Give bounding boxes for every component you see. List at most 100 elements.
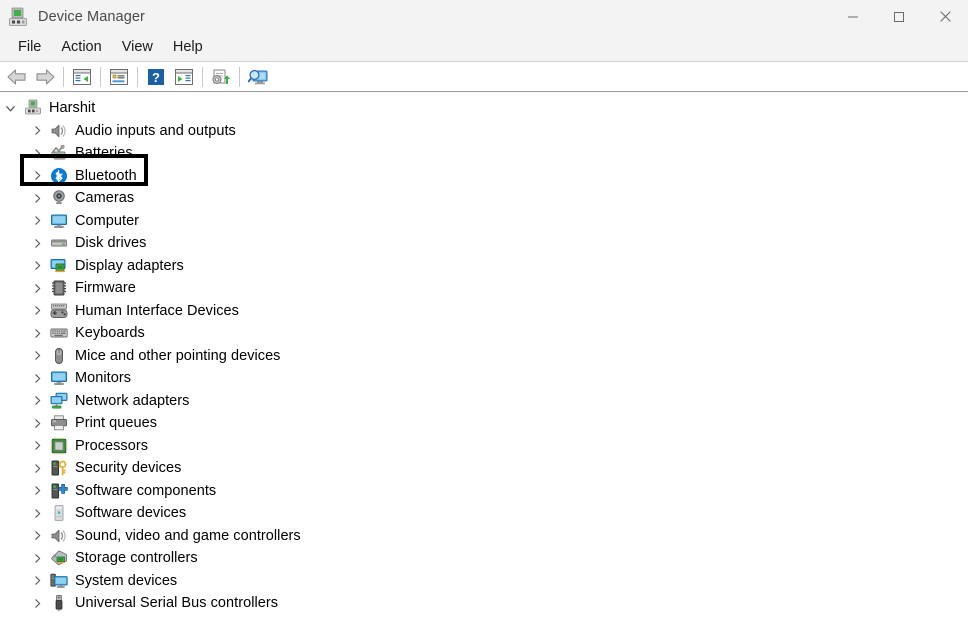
update-driver-button[interactable] — [207, 64, 235, 90]
tree-item-monitors[interactable]: Monitors — [0, 367, 968, 390]
scan-hardware-icon — [248, 69, 268, 84]
tree-item-print-queues[interactable]: Print queues — [0, 412, 968, 435]
chevron-right-icon[interactable] — [29, 303, 45, 319]
tree-item-label: Mice and other pointing devices — [75, 347, 281, 364]
tree-item-audio-inputs-and-outputs[interactable]: Audio inputs and outputs — [0, 120, 968, 143]
tree-item-disk-drives[interactable]: Disk drives — [0, 232, 968, 255]
chevron-right-icon[interactable] — [29, 460, 45, 476]
tree-item-mice-and-other-pointing-devices[interactable]: Mice and other pointing devices — [0, 345, 968, 368]
tree-item-label: Network adapters — [75, 392, 190, 409]
tree-item-storage-controllers[interactable]: Storage controllers — [0, 547, 968, 570]
show-hide-action-pane-button[interactable] — [170, 64, 198, 90]
chevron-right-icon[interactable] — [29, 123, 45, 139]
chevron-right-icon[interactable] — [29, 370, 45, 386]
tree-item-security-devices[interactable]: Security devices — [0, 457, 968, 480]
chevron-right-icon[interactable] — [29, 393, 45, 409]
tree-item-software-components[interactable]: Software components — [0, 480, 968, 503]
system-device-icon — [50, 572, 68, 590]
back-button[interactable] — [3, 64, 31, 90]
tree-item-bluetooth[interactable]: Bluetooth — [0, 165, 968, 188]
chevron-right-icon[interactable] — [29, 415, 45, 431]
chevron-right-icon[interactable] — [29, 258, 45, 274]
tree-item-harshit[interactable]: Harshit — [0, 97, 968, 120]
chevron-right-icon[interactable] — [29, 348, 45, 364]
title-bar: Device Manager — [0, 0, 968, 33]
tree-item-label: Storage controllers — [75, 550, 198, 567]
keyboard-icon — [50, 324, 68, 342]
tree-item-label: System devices — [75, 572, 178, 589]
tree-item-label: Security devices — [75, 460, 182, 477]
bluetooth-icon — [50, 167, 68, 185]
menu-item-view[interactable]: View — [112, 37, 163, 57]
chevron-right-icon[interactable] — [29, 528, 45, 544]
action-pane-icon — [175, 68, 193, 85]
speaker-icon — [50, 527, 68, 545]
tree-item-human-interface-devices[interactable]: Human Interface Devices — [0, 300, 968, 323]
tree-item-sound-video-and-game-controllers[interactable]: Sound, video and game controllers — [0, 525, 968, 548]
help-button[interactable]: ? — [142, 64, 170, 90]
tree-item-processors[interactable]: Processors — [0, 435, 968, 458]
back-arrow-icon — [7, 68, 26, 85]
menu-item-action[interactable]: Action — [51, 37, 111, 57]
monitor-icon — [50, 212, 68, 230]
speaker-icon — [50, 122, 68, 140]
chevron-right-icon[interactable] — [29, 505, 45, 521]
chevron-right-icon[interactable] — [29, 168, 45, 184]
tree-item-batteries[interactable]: Batteries — [0, 142, 968, 165]
chevron-right-icon[interactable] — [29, 235, 45, 251]
tree-item-network-adapters[interactable]: Network adapters — [0, 390, 968, 413]
toolbar: ? — [0, 61, 968, 92]
tree-item-label: Computer — [75, 212, 140, 229]
tree-item-software-devices[interactable]: Software devices — [0, 502, 968, 525]
svg-text:?: ? — [152, 70, 160, 85]
menu-item-file[interactable]: File — [8, 37, 51, 57]
chevron-right-icon[interactable] — [29, 438, 45, 454]
device-manager-icon — [8, 6, 30, 28]
show-hide-console-tree-button[interactable] — [68, 64, 96, 90]
tree-item-label: Disk drives — [75, 235, 147, 252]
tree-item-label: Print queues — [75, 415, 158, 432]
tree-item-firmware[interactable]: Firmware — [0, 277, 968, 300]
tree-item-label: Software devices — [75, 505, 187, 522]
chevron-right-icon[interactable] — [29, 483, 45, 499]
toolbar-separator-1 — [63, 66, 64, 87]
computer-root-icon — [24, 99, 42, 117]
chevron-right-icon[interactable] — [29, 190, 45, 206]
tree-item-system-devices[interactable]: System devices — [0, 570, 968, 593]
chevron-right-icon[interactable] — [29, 595, 45, 611]
chevron-right-icon[interactable] — [29, 280, 45, 296]
chevron-right-icon[interactable] — [29, 325, 45, 341]
menu-item-help[interactable]: Help — [163, 37, 213, 57]
maximize-button[interactable] — [876, 0, 922, 33]
menu-bar: File Action View Help — [0, 33, 968, 61]
disk-drive-icon — [50, 234, 68, 252]
scan-for-hardware-changes-button[interactable] — [244, 64, 272, 90]
window-title: Device Manager — [38, 8, 145, 25]
minimize-button[interactable] — [830, 0, 876, 33]
properties-button[interactable] — [105, 64, 133, 90]
tree-item-universal-serial-bus-controllers[interactable]: Universal Serial Bus controllers — [0, 592, 968, 615]
properties-icon — [110, 68, 128, 85]
tree-item-cameras[interactable]: Cameras — [0, 187, 968, 210]
toolbar-separator-2 — [100, 66, 101, 87]
chevron-right-icon[interactable] — [29, 573, 45, 589]
chevron-down-icon[interactable] — [2, 100, 18, 116]
tree-item-label: Batteries — [75, 145, 133, 162]
chevron-right-icon[interactable] — [29, 145, 45, 161]
tree-item-computer[interactable]: Computer — [0, 210, 968, 233]
hid-gamepad-icon — [50, 302, 68, 320]
camera-icon — [50, 189, 68, 207]
forward-button[interactable] — [31, 64, 59, 90]
tree-item-label: Cameras — [75, 190, 135, 207]
device-manager-window: Device Manager File Action View Help ? H… — [0, 0, 968, 632]
tree-item-keyboards[interactable]: Keyboards — [0, 322, 968, 345]
security-key-icon — [50, 459, 68, 477]
usb-icon — [50, 594, 68, 612]
tree-item-label: Software components — [75, 482, 217, 499]
tree-item-display-adapters[interactable]: Display adapters — [0, 255, 968, 278]
device-tree[interactable]: Harshit Audio inputs and outputs Batteri… — [0, 92, 968, 632]
chevron-right-icon[interactable] — [29, 550, 45, 566]
toolbar-separator-4 — [202, 66, 203, 87]
chevron-right-icon[interactable] — [29, 213, 45, 229]
close-button[interactable] — [922, 0, 968, 33]
